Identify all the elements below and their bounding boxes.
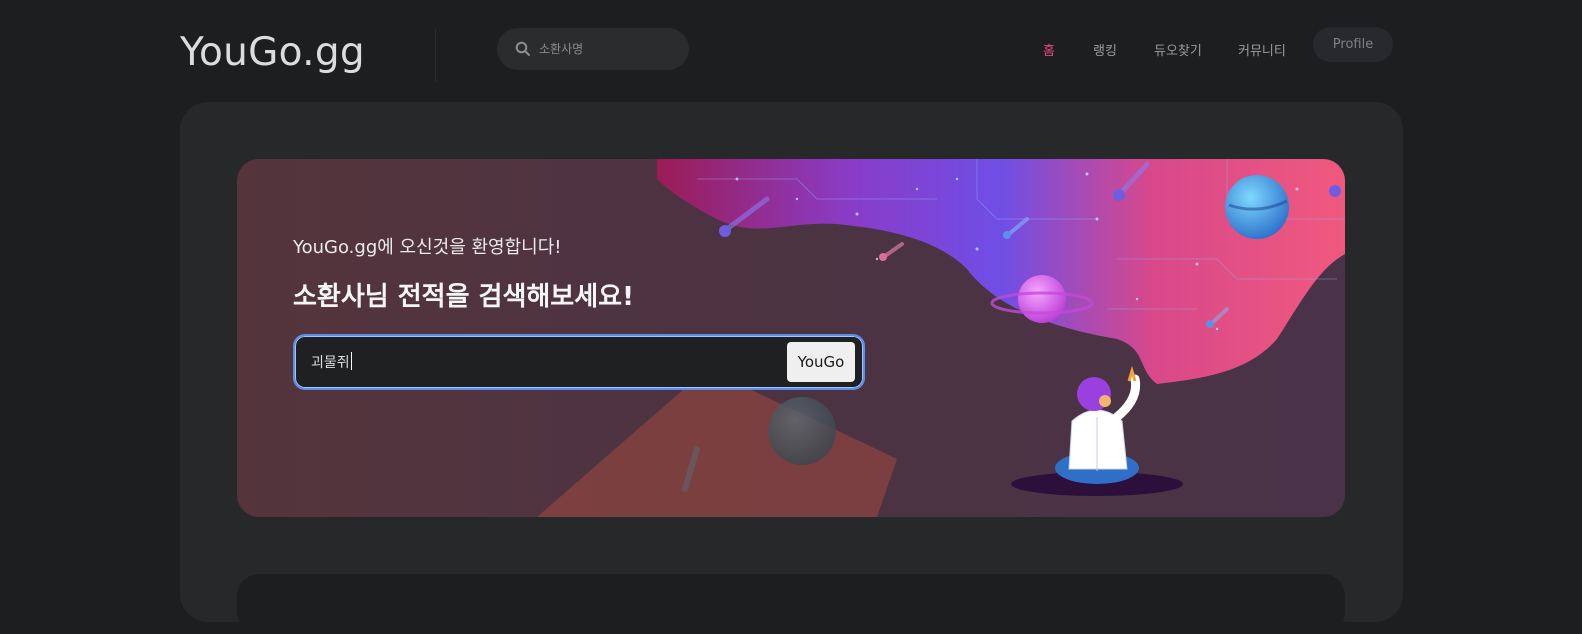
hero-headline: 소환사님 전적을 검색해보세요! (293, 282, 634, 312)
hero-banner: YouGo.gg에 오신것을 환영합니다! 소환사님 전적을 검색해보세요! 괴… (237, 159, 1345, 517)
search-placeholder: 소환사명 (539, 42, 584, 56)
hero-summoner-search[interactable]: 괴물쥐 YouGo (293, 334, 865, 390)
top-navbar: YouGo.gg 소환사명 홈 랭킹 듀오찾기 커뮤니티 Profile (0, 0, 1582, 100)
nav-home[interactable]: 홈 (1043, 40, 1055, 59)
nav-community[interactable]: 커뮤니티 (1238, 40, 1286, 59)
search-input-value[interactable]: 괴물쥐 (311, 352, 352, 372)
nav-duo-finder[interactable]: 듀오찾기 (1154, 40, 1202, 59)
site-logo[interactable]: YouGo.gg (180, 30, 365, 75)
text-caret (350, 352, 352, 370)
content-card (237, 574, 1345, 634)
header-divider (435, 28, 436, 82)
profile-button[interactable]: Profile (1313, 27, 1393, 62)
yougo-search-button[interactable]: YouGo (787, 342, 855, 382)
summoner-search-input[interactable]: 소환사명 (497, 28, 689, 70)
welcome-text: YouGo.gg에 오신것을 환영합니다! (293, 237, 562, 258)
search-icon (515, 41, 530, 56)
nav-ranking[interactable]: 랭킹 (1093, 40, 1117, 59)
